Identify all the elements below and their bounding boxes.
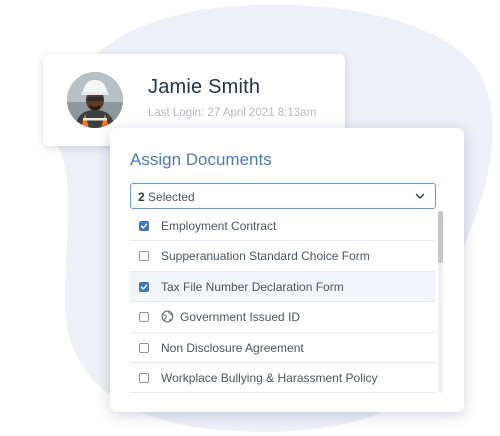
- documents-select[interactable]: 2 Selected: [130, 183, 436, 209]
- list-item-label: Workplace Bullying & Harassment Policy: [161, 370, 378, 385]
- checkbox[interactable]: [139, 281, 149, 292]
- checkbox[interactable]: [139, 251, 149, 262]
- checkbox[interactable]: [139, 312, 149, 323]
- selected-count-text: 2 Selected: [138, 190, 195, 204]
- assign-documents-card: Assign Documents 2 Selected Employment C…: [110, 128, 464, 412]
- checkmark-icon: [140, 223, 148, 229]
- last-login-text: Last Login: 27 April 2021 8:13am: [148, 107, 317, 119]
- chevron-down-icon: [415, 193, 425, 199]
- list-item-label: Tax File Number Declaration Form: [161, 279, 344, 294]
- assign-documents-title: Assign Documents: [130, 150, 272, 169]
- globe-icon: [161, 310, 174, 323]
- documents-list: Employment Contract Supperanuation Stand…: [130, 211, 436, 393]
- scrollbar-thumb[interactable]: [438, 211, 443, 263]
- list-item-superannuation-form[interactable]: Supperanuation Standard Choice Form: [130, 241, 436, 272]
- list-item-non-disclosure-agreement[interactable]: Non Disclosure Agreement: [130, 333, 436, 363]
- user-name: Jamie Smith: [148, 76, 261, 98]
- checkbox[interactable]: [139, 342, 149, 353]
- list-item-label: Employment Contract: [161, 219, 277, 233]
- checkbox[interactable]: [139, 372, 149, 383]
- list-item-label: Supperanuation Standard Choice Form: [161, 249, 370, 264]
- checkmark-icon: [140, 284, 148, 290]
- list-item-government-id[interactable]: Government Issued ID: [130, 302, 436, 333]
- list-item-label: Government Issued ID: [180, 310, 301, 325]
- list-item-tax-file-number-form[interactable]: Tax File Number Declaration Form: [130, 271, 436, 303]
- checkbox[interactable]: [139, 221, 149, 231]
- avatar: [67, 72, 123, 128]
- list-item-label: Non Disclosure Agreement: [161, 340, 304, 355]
- selected-count: 2: [138, 190, 145, 204]
- list-scrollbar[interactable]: [438, 211, 443, 393]
- selected-suffix: Selected: [148, 190, 195, 204]
- list-item-employment-contract[interactable]: Employment Contract: [130, 211, 436, 242]
- list-item-bullying-harassment-policy[interactable]: Workplace Bullying & Harassment Policy: [130, 363, 436, 393]
